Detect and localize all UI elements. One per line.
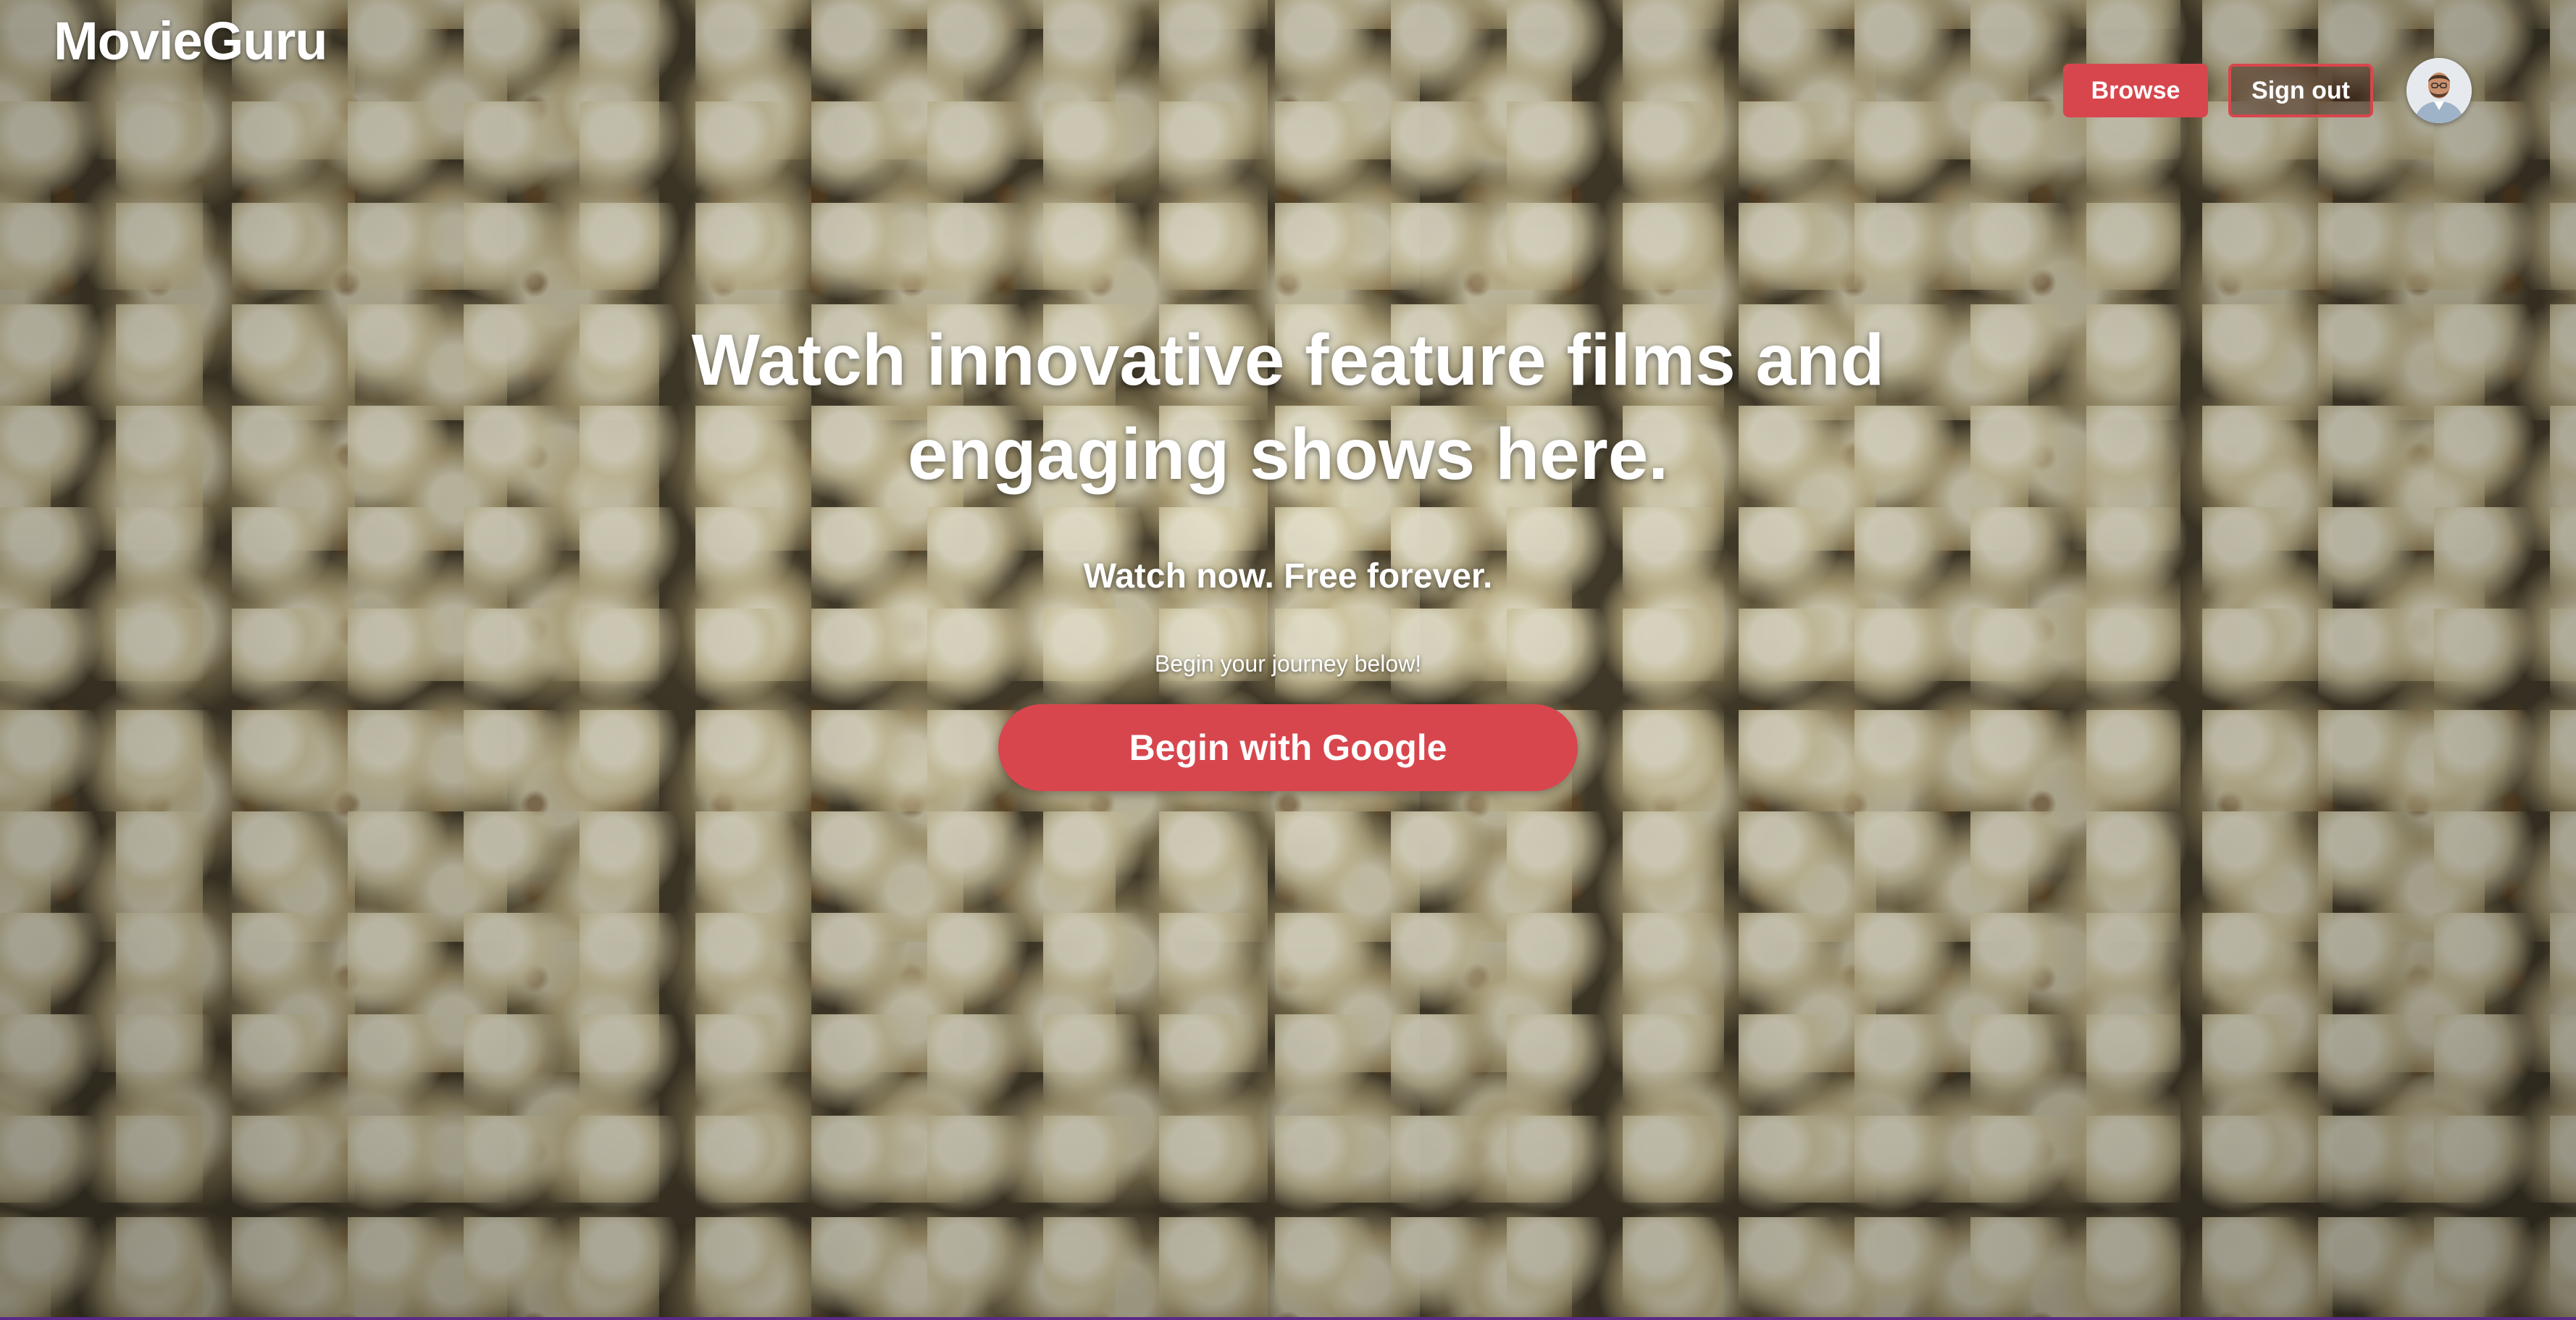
cta-caption: Begin your journey below! bbox=[1154, 651, 1422, 677]
site-logo[interactable]: MovieGuru bbox=[54, 10, 327, 72]
sign-out-button[interactable]: Sign out bbox=[2228, 64, 2373, 117]
hero-headline-line-1: Watch innovative feature films and bbox=[691, 319, 1885, 401]
browse-button[interactable]: Browse bbox=[2063, 64, 2208, 117]
hero-headline-line-2: engaging shows here. bbox=[907, 414, 1669, 495]
user-avatar-icon bbox=[2406, 58, 2472, 123]
user-avatar[interactable] bbox=[2406, 58, 2472, 123]
bottom-edge-strip bbox=[0, 1317, 2576, 1320]
hero-headline: Watch innovative feature films and engag… bbox=[0, 313, 2576, 501]
begin-with-google-button[interactable]: Begin with Google bbox=[998, 704, 1578, 791]
hero-subheading: Watch now. Free forever. bbox=[1083, 557, 1493, 596]
